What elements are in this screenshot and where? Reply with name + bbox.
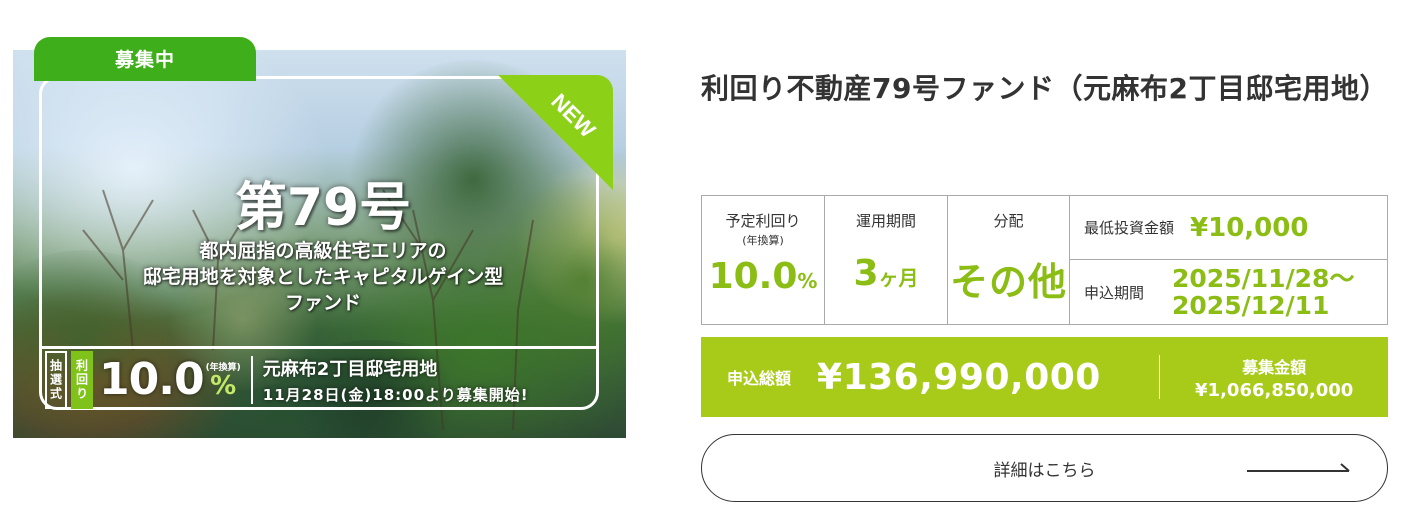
applied-total-value: ¥136,990,000 [817,356,1101,398]
application-end-date: 2025/12/11 [1172,291,1330,320]
recruiting-status-tab: 募集中 [34,37,256,81]
yield-label: 予定利回り [725,212,801,230]
method-label: 抽選式 [45,350,67,409]
fund-info-table: 予定利回り (年換算) 10.0% 運用期間 3ヶ月 分配 その他 最低投資金額… [701,195,1388,325]
image-rate-unit: (年換算) % [206,360,241,399]
image-location-block: 元麻布2丁目邸宅用地 11月28日(金)18:00より募集開始! [263,355,529,405]
distribution-cell: 分配 その他 [948,196,1070,324]
image-rate-value: 10.0 [99,354,205,405]
details-button[interactable]: 詳細はこちら [701,434,1388,502]
yield-sublabel: (年換算) [742,234,784,247]
tagline-line: 都内屈指の高級住宅エリアの [199,240,447,262]
fund-tagline: 都内屈指の高級住宅エリアの 邸宅用地を対象としたキャピタルゲイン型 ファンド [83,238,563,316]
yield-cell: 予定利回り (年換算) 10.0% [702,196,825,324]
yield-tag: 利回り [71,350,93,409]
period-label: 運用期間 [855,212,916,230]
target-amount-label: 募集金額 [1242,357,1307,377]
fund-number: 第79号 [234,178,412,238]
period-cell: 運用期間 3ヶ月 [825,196,948,324]
fund-title[interactable]: 利回り不動産79号ファンド（元麻布2丁目邸宅用地） [701,58,1396,119]
yield-unit: % [797,269,818,293]
application-period-label: 申込期間 [1084,283,1145,302]
tagline-line: ファンド [284,292,361,314]
period-unit: ヶ月 [878,266,919,290]
details-button-label: 詳細はこちら [993,460,1096,481]
application-start-date: 2025/11/28～ [1172,264,1355,293]
image-divider [250,355,253,404]
yield-value-wrap: 10.0% [709,256,818,297]
long-right-arrow-icon [1247,463,1350,472]
min-investment-row: 最低投資金額 ¥10,000 [1070,196,1387,260]
fund-hero-image[interactable]: NEW 第79号 都内屈指の高級住宅エリアの 邸宅用地を対象としたキャピタルゲイ… [13,50,626,438]
min-investment-value: ¥10,000 [1190,212,1309,243]
image-start-date: 11月28日(金)18:00より募集開始! [262,385,529,404]
investment-details: 最低投資金額 ¥10,000 申込期間 2025/11/28～ 2025/12/… [1070,196,1387,324]
image-summary-band: 抽選式 利回り 10.0 (年換算) % 元麻布2丁目邸宅用地 11月28日(金… [39,346,599,410]
image-rate-percent: % [210,371,237,401]
distribution-value: その他 [949,260,1067,304]
min-investment-label: 最低投資金額 [1084,219,1175,237]
application-period-row: 申込期間 2025/11/28～ 2025/12/11 [1070,260,1387,324]
tagline-line: 邸宅用地を対象としたキャピタルゲイン型 [142,266,504,288]
application-period-dates: 2025/11/28～ 2025/12/11 [1172,265,1354,319]
application-total-bar: 申込総額 ¥136,990,000 募集金額 ¥1,066,850,000 [701,337,1388,417]
target-amount-value: ¥1,066,850,000 [1195,379,1354,401]
image-location: 元麻布2丁目邸宅用地 [262,358,438,380]
period-value-wrap: 3ヶ月 [853,253,918,294]
applied-total-label: 申込総額 [727,369,792,388]
yield-value: 10.0 [708,256,798,297]
distribution-label: 分配 [993,212,1024,230]
target-amount-block: 募集金額 ¥1,066,850,000 [1160,354,1388,401]
period-value: 3 [853,253,879,294]
